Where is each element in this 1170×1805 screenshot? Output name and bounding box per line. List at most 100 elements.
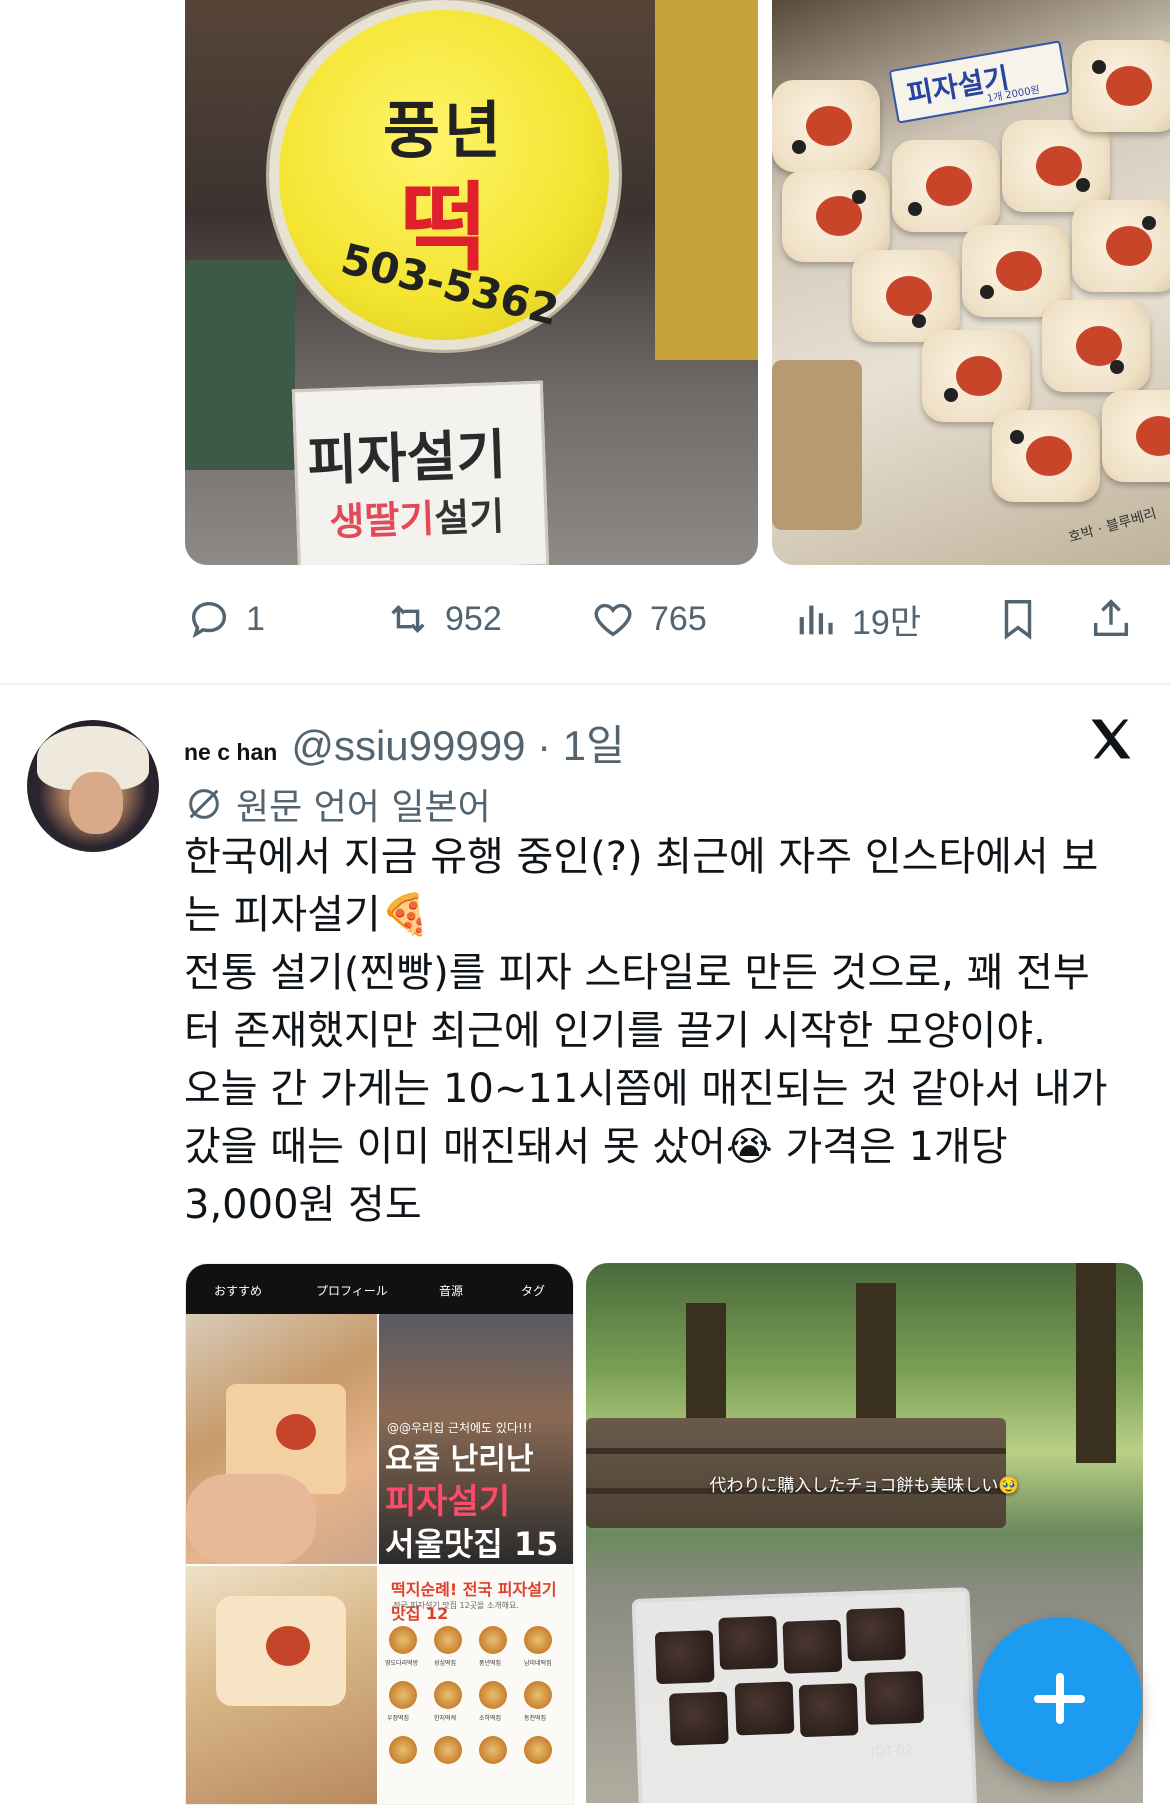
stall-awning [185,260,295,470]
shop-label: 한지떡케 [434,1715,457,1722]
bun [922,330,1030,422]
tree-trunk [856,1283,896,1433]
insta-tab-profile: プロフィール [316,1284,388,1298]
views-count: 19만 [852,603,922,642]
brownie [718,1615,779,1670]
bun [782,170,890,262]
bun [852,250,960,342]
avatar-face [69,772,123,834]
brownie [782,1619,843,1674]
mini-pizza [434,1626,462,1654]
sign-photo[interactable]: 풍년 떡 503-5362 피자설기 생딸기설기 [185,0,758,565]
retweet-count: 952 [445,599,502,638]
shop-sign: 풍년 떡 503-5362 [269,0,619,350]
mini-pizza [479,1681,507,1709]
retweet-button[interactable]: 952 [385,590,502,648]
insta-tab-recommended: おすすめ [214,1284,263,1298]
bun [1102,390,1170,482]
x-logo-icon [1091,719,1131,759]
bookmark-icon [1004,600,1032,640]
share-button[interactable] [1088,590,1134,648]
insta-grid-cell: 떡지순례! 전국 피자설기 맛집 12 전국 피자설기 맛집 12곳을 소개해요… [379,1566,573,1804]
promo-line-3: 서울맛집 15곳 [385,1525,559,1563]
tweet-text: 한국에서 지금 유행 중인(?) 최근에 자주 인스타에서 보 는 피자설기🍕 … [184,828,1144,1234]
bun [892,140,1000,232]
shop-label: 풍년떡집 [479,1660,502,1667]
bun [1042,300,1150,392]
reply-count: 1 [246,599,265,638]
views-icon [799,605,833,635]
shop-label: 동천떡집 [524,1715,547,1722]
pepperoni [266,1626,310,1666]
display-name[interactable]: ne c han [184,739,277,766]
mini-pizza [479,1626,507,1654]
mini-pizza [524,1681,552,1709]
shop-label: 성심떡집 [434,1660,457,1667]
heart-icon [594,603,632,637]
price-tag: 피자설기 1개 2000원 [888,40,1070,124]
bun [1002,120,1110,212]
bench-slat [586,1448,1006,1454]
brownie [734,1681,795,1736]
tray-photo[interactable]: 피자설기 1개 2000원 호박 · 블루베리 [772,0,1170,565]
box-mark: JDT-02 [870,1743,914,1760]
translate-indicator[interactable]: 원문 언어 일본어 [184,778,491,830]
crying-emoji: 😭 [725,1124,773,1170]
mini-pizza [389,1736,417,1764]
insta-grid-cell: @@우리집 근처에도 있다!!! 요즘 난리난 피자설기 서울맛집 15곳 [379,1314,573,1564]
brownie-box: JDT-02 [631,1587,979,1803]
insta-grid-cell [186,1314,377,1564]
tray-label: 호박 · 블루베리 [1067,505,1159,547]
like-count: 765 [650,599,707,638]
shop-label: 영도다리떡방 [385,1660,419,1667]
mini-pizza [524,1626,552,1654]
board-line-1: 피자설기 [306,423,508,493]
tweet-text-part-1: 한국에서 지금 유행 중인(?) 최근에 자주 인스타에서 보 는 피자설기 [184,834,1099,938]
translate-icon [189,789,219,819]
insta-tab-bar: おすすめ プロフィール 音源 タグ [186,1264,573,1314]
mini-pizza [389,1626,417,1654]
shop-label: 소하떡집 [479,1715,502,1722]
brownie [798,1683,859,1738]
retweet-icon [391,605,425,633]
board-line-2: 생딸기설기 [328,485,505,546]
tree-trunk [686,1303,726,1433]
plus-icon-vertical [1056,1673,1064,1724]
tweet-divider [0,683,1170,685]
insta-tab-tags: タグ [521,1284,546,1298]
insta-grid-cell [186,1566,377,1804]
tweet-header: ne c han @ssiu99999 · 1일 [184,712,625,773]
bun [992,410,1100,502]
bun [1072,200,1170,292]
insta-tab-audio: 音源 [439,1284,464,1298]
board-line-2-red: 생딸기 [328,496,436,545]
mini-pizza [389,1681,417,1709]
insta-screenshot-photo[interactable]: おすすめ プロフィール 音源 タグ @@우리집 근처에도 있다!!! 요즘 난리… [185,1263,574,1805]
brownie [864,1670,925,1725]
reply-button[interactable]: 1 [186,590,265,648]
like-button[interactable]: 765 [590,590,707,648]
powder-tray [772,360,862,530]
board-line-2-dark: 설기 [433,494,505,541]
hand [186,1474,316,1564]
views-button[interactable]: 19만 [792,590,921,648]
bun [1072,40,1170,132]
price-tag-text: 피자설기 [904,61,1012,112]
pepperoni [276,1414,316,1450]
bookmark-button[interactable] [995,590,1041,648]
shop-label: 남미네떡집 [524,1660,552,1667]
avatar[interactable] [27,720,159,852]
tree-trunk [1076,1263,1116,1463]
brownie [654,1630,715,1685]
handle-and-time[interactable]: @ssiu99999 · 1일 [291,712,624,773]
brownie [668,1691,729,1746]
menu-board: 피자설기 생딸기설기 [291,380,550,565]
compose-button[interactable] [977,1617,1142,1782]
reply-icon [191,601,227,639]
promo-line-1: 요즘 난리난 [385,1442,534,1477]
brownie [846,1607,906,1662]
bun [772,80,880,172]
pizza-emoji: 🍕 [380,892,431,938]
share-icon [1093,599,1129,637]
mini-pizza [434,1681,462,1709]
